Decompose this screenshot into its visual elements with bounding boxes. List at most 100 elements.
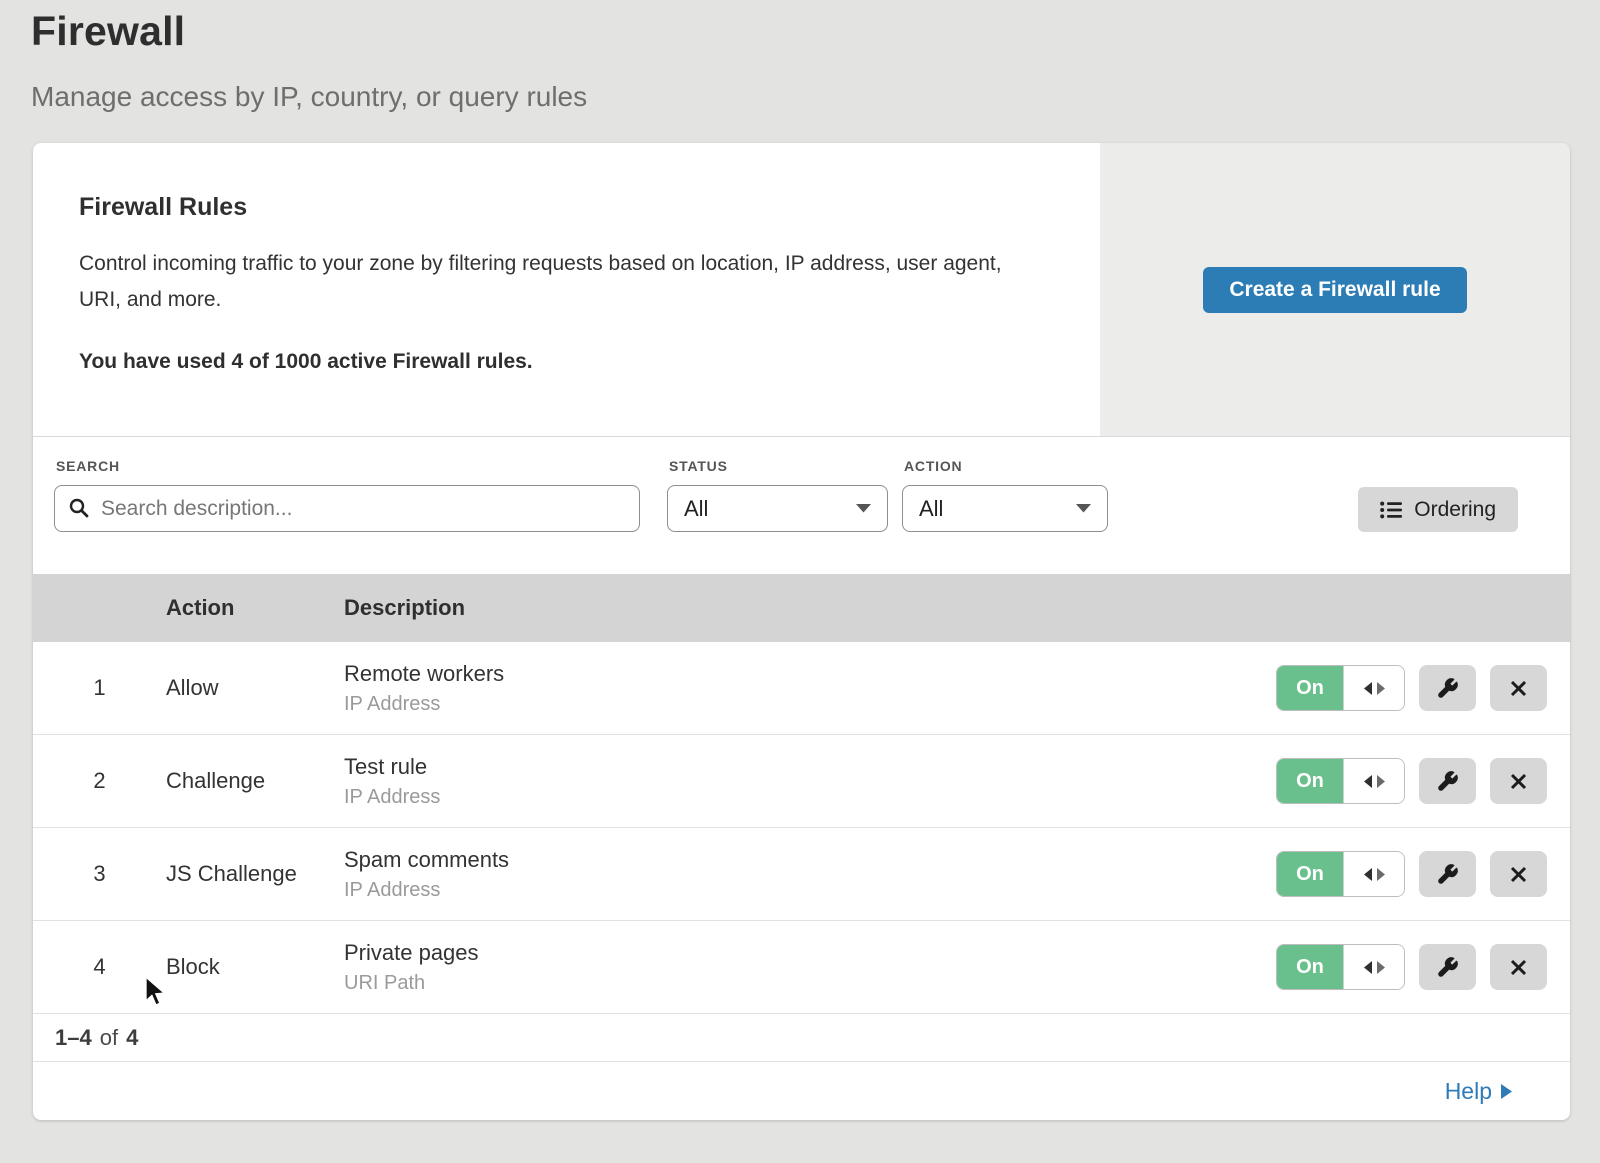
rule-controls: On (1276, 851, 1570, 897)
rules-intro-text: Firewall Rules Control incoming traffic … (33, 143, 1100, 436)
pagination-total: 4 (126, 1025, 138, 1051)
status-label: STATUS (669, 458, 888, 474)
chevron-down-icon (856, 504, 871, 513)
rule-enabled-toggle[interactable]: On (1276, 758, 1405, 804)
pagination-range: 1–4 (55, 1025, 92, 1051)
rule-match-type: IP Address (344, 693, 1276, 716)
ordering-button-label: Ordering (1414, 498, 1496, 522)
help-link-label: Help (1445, 1078, 1492, 1105)
arrow-left-icon (1364, 868, 1372, 881)
rule-controls: On (1276, 758, 1570, 804)
close-icon (1509, 772, 1528, 791)
delete-rule-button[interactable] (1490, 758, 1547, 804)
search-input[interactable] (54, 485, 640, 532)
action-label: ACTION (904, 458, 1108, 474)
rules-table-body: 1 Allow Remote workers IP Address On (33, 642, 1570, 1014)
rule-description: Test rule (344, 754, 1276, 780)
toggle-on-label: On (1277, 945, 1343, 989)
action-selected-value: All (919, 496, 943, 522)
toggle-knob[interactable] (1343, 852, 1404, 896)
pagination-of: of (100, 1025, 118, 1051)
firewall-rules-card: Firewall Rules Control incoming traffic … (33, 143, 1570, 1120)
status-selected-value: All (684, 496, 708, 522)
action-select[interactable]: All (902, 485, 1108, 532)
delete-rule-button[interactable] (1490, 944, 1547, 990)
search-label: SEARCH (56, 458, 640, 474)
status-filter: STATUS All (667, 458, 888, 532)
rules-intro-panel: Create a Firewall rule (1100, 143, 1570, 436)
arrow-left-icon (1364, 682, 1372, 695)
edit-rule-button[interactable] (1419, 758, 1476, 804)
toggle-knob[interactable] (1343, 945, 1404, 989)
arrow-right-icon (1377, 682, 1385, 695)
rule-controls: On (1276, 944, 1570, 990)
close-icon (1509, 865, 1528, 884)
chevron-down-icon (1076, 504, 1091, 513)
toggle-on-label: On (1277, 666, 1343, 710)
search-icon (68, 497, 90, 519)
wrench-icon (1436, 863, 1459, 886)
table-row: 4 Block Private pages URI Path On (33, 921, 1570, 1014)
arrow-right-icon (1501, 1084, 1512, 1099)
edit-rule-button[interactable] (1419, 665, 1476, 711)
rule-enabled-toggle[interactable]: On (1276, 851, 1405, 897)
toggle-on-label: On (1277, 852, 1343, 896)
arrow-right-icon (1377, 775, 1385, 788)
wrench-icon (1436, 770, 1459, 793)
page-subtitle: Manage access by IP, country, or query r… (31, 81, 1600, 113)
arrow-left-icon (1364, 775, 1372, 788)
toggle-knob[interactable] (1343, 666, 1404, 710)
rules-section-title: Firewall Rules (79, 193, 1040, 222)
rule-priority: 4 (33, 954, 166, 980)
rule-action: Block (166, 954, 344, 980)
firewall-page: Firewall Manage access by IP, country, o… (0, 0, 1600, 1163)
ordering-list-icon (1380, 501, 1402, 519)
rule-priority: 2 (33, 768, 166, 794)
create-firewall-rule-button[interactable]: Create a Firewall rule (1203, 267, 1466, 313)
edit-rule-button[interactable] (1419, 944, 1476, 990)
rule-match-type: URI Path (344, 972, 1276, 995)
ordering-button[interactable]: Ordering (1358, 487, 1518, 532)
rule-priority: 3 (33, 861, 166, 887)
rules-description: Control incoming traffic to your zone by… (79, 246, 1029, 318)
status-select[interactable]: All (667, 485, 888, 532)
rule-description-cell: Test rule IP Address (344, 754, 1276, 809)
table-header: Action Description (33, 574, 1570, 642)
help-link[interactable]: Help (1445, 1078, 1512, 1105)
pagination-row: 1–4 of 4 (33, 1014, 1570, 1062)
rule-priority: 1 (33, 675, 166, 701)
rule-enabled-toggle[interactable]: On (1276, 665, 1405, 711)
rule-description: Spam comments (344, 847, 1276, 873)
search-filter: SEARCH (54, 458, 640, 532)
action-filter: ACTION All (902, 458, 1108, 532)
rules-usage-count: You have used 4 of 1000 active Firewall … (79, 350, 1040, 374)
delete-rule-button[interactable] (1490, 851, 1547, 897)
rule-description: Remote workers (344, 661, 1276, 687)
rule-match-type: IP Address (344, 879, 1276, 902)
arrow-right-icon (1377, 961, 1385, 974)
rule-description-cell: Remote workers IP Address (344, 661, 1276, 716)
wrench-icon (1436, 677, 1459, 700)
rule-description-cell: Private pages URI Path (344, 940, 1276, 995)
toggle-on-label: On (1277, 759, 1343, 803)
rule-enabled-toggle[interactable]: On (1276, 944, 1405, 990)
rule-description: Private pages (344, 940, 1276, 966)
page-header: Firewall Manage access by IP, country, o… (0, 0, 1600, 113)
edit-rule-button[interactable] (1419, 851, 1476, 897)
filters-bar: SEARCH STATUS All (33, 437, 1570, 574)
table-row: 1 Allow Remote workers IP Address On (33, 642, 1570, 735)
help-row: Help (33, 1062, 1570, 1120)
search-input-wrap (54, 485, 640, 532)
close-icon (1509, 679, 1528, 698)
table-row: 3 JS Challenge Spam comments IP Address … (33, 828, 1570, 921)
delete-rule-button[interactable] (1490, 665, 1547, 711)
arrow-right-icon (1377, 868, 1385, 881)
rule-description-cell: Spam comments IP Address (344, 847, 1276, 902)
rule-match-type: IP Address (344, 786, 1276, 809)
table-row: 2 Challenge Test rule IP Address On (33, 735, 1570, 828)
rule-action: Challenge (166, 768, 344, 794)
rule-action: Allow (166, 675, 344, 701)
rule-controls: On (1276, 665, 1570, 711)
toggle-knob[interactable] (1343, 759, 1404, 803)
rules-intro-section: Firewall Rules Control incoming traffic … (33, 143, 1570, 437)
